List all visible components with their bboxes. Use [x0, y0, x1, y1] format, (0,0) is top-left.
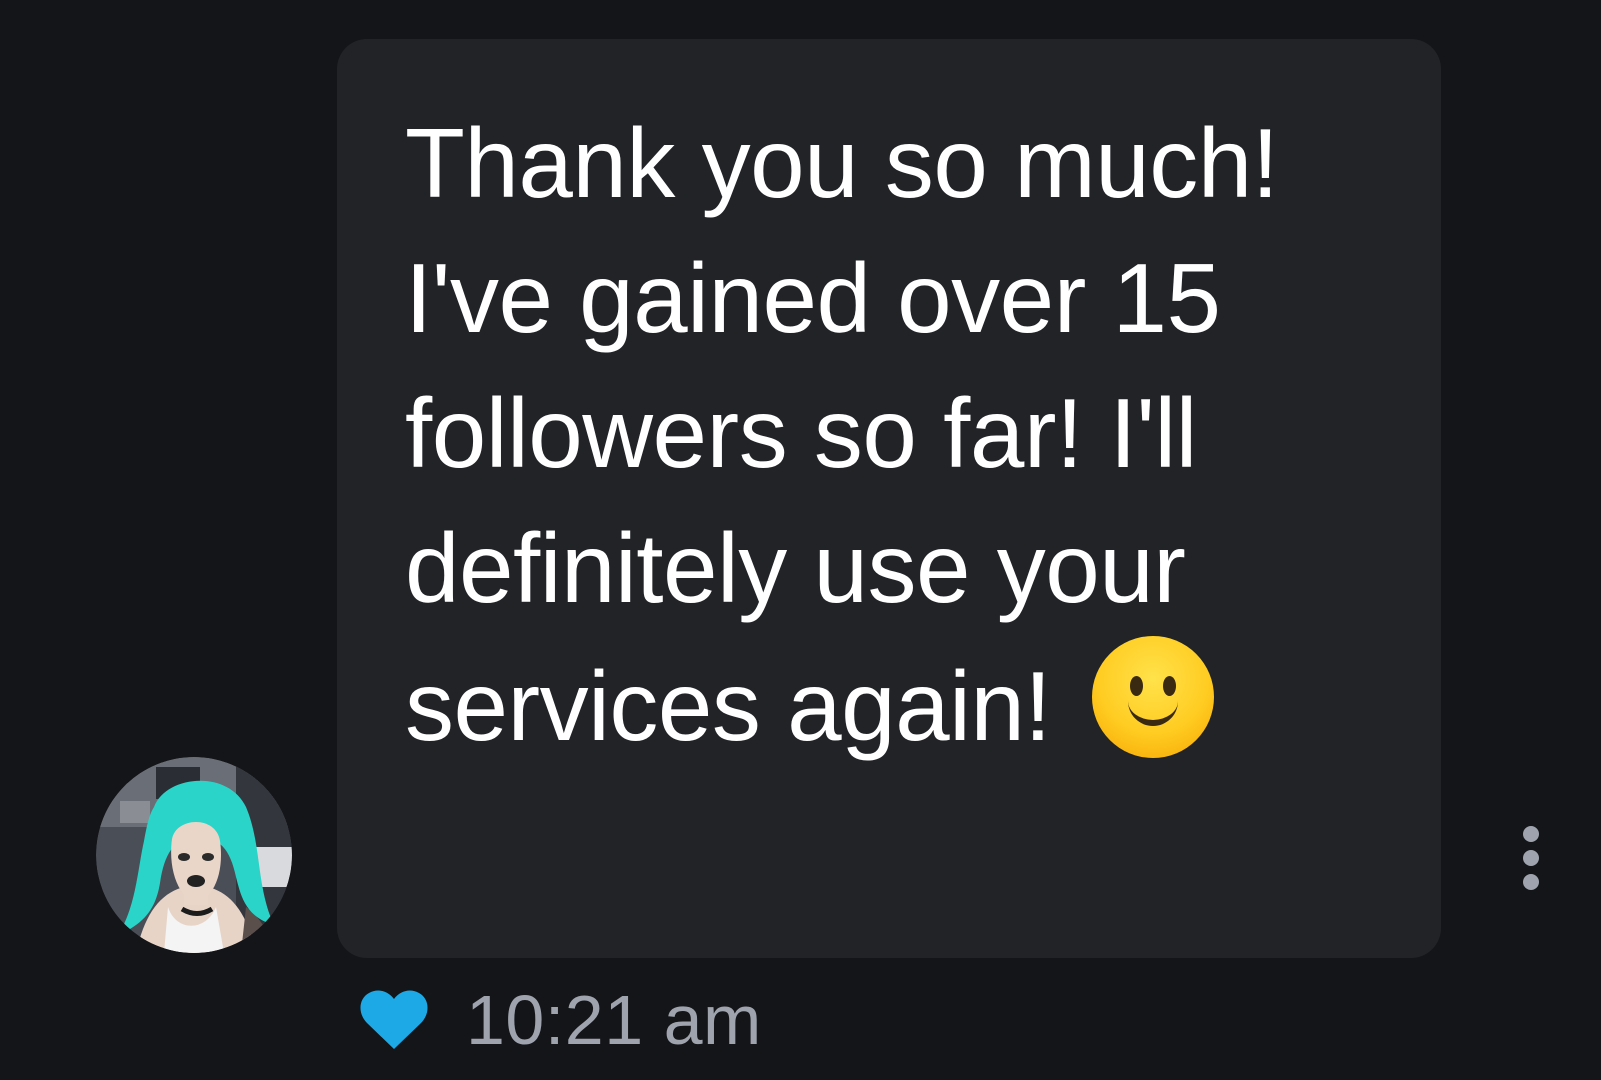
more-dot — [1523, 874, 1539, 890]
slightly-smiling-face-emoji — [1091, 636, 1214, 758]
message-footer: 10:21 am — [360, 985, 762, 1055]
emoji-left-eye — [1129, 676, 1143, 696]
more-dot — [1523, 850, 1539, 866]
avatar-image — [96, 757, 292, 953]
emoji-right-eye — [1162, 676, 1176, 696]
message-timestamp: 10:21 am — [466, 981, 762, 1059]
sender-avatar[interactable] — [96, 757, 292, 953]
emoji-mouth — [1127, 698, 1178, 726]
message-text-container: Thank you so much! I've gained over 15 f… — [405, 96, 1415, 774]
more-vertical-icon[interactable] — [1517, 826, 1545, 890]
more-dot — [1523, 826, 1539, 842]
heart-icon[interactable] — [360, 989, 428, 1051]
